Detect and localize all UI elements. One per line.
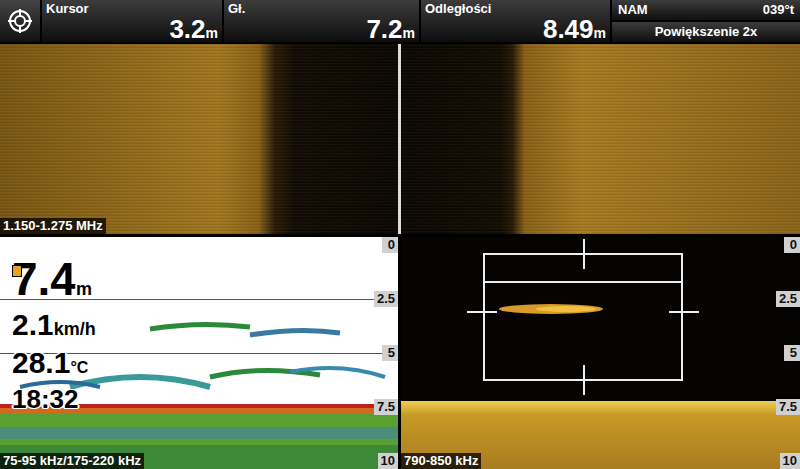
- depth-value: 7.4: [12, 257, 76, 301]
- scale-label: 2.5: [776, 291, 800, 307]
- readout-value: 3.2: [169, 16, 205, 42]
- readout-value: 7.2: [366, 16, 402, 42]
- scale-label: 0: [784, 237, 800, 253]
- heading-panel: NAM 039°tPowiększenie 2x: [612, 0, 800, 42]
- depth-scale: 0 2.5 5 7.5 10: [374, 237, 398, 469]
- speed-value: 2.1: [12, 309, 54, 341]
- scale-label: 5: [784, 345, 800, 361]
- heading-label: NAM: [618, 0, 648, 20]
- bottom-panels: 7.4m 2.1km/h 28.1°C 18:32 0 2.5 5 7.5 10 75-95 kH…: [0, 237, 800, 469]
- depth-scale: 0 2.5 5 7.5 10: [776, 237, 800, 469]
- down-imaging: 0 2.5 5 7.5 10 790-850 kHz: [401, 237, 800, 469]
- readout-value: 8.49: [543, 16, 594, 42]
- zoom-box[interactable]: [483, 253, 683, 381]
- scale-label: 0: [382, 237, 398, 253]
- readout-field: Kursor3.2m: [42, 0, 222, 42]
- side-imaging-left: 1.150-1.275 MHz: [0, 44, 398, 234]
- sonar-2d: 7.4m 2.1km/h 28.1°C 18:32 0 2.5 5 7.5 10 75-95 kH…: [0, 237, 398, 469]
- depth-unit: m: [76, 276, 92, 303]
- temperature-value: 28.1: [12, 347, 70, 379]
- readout-field: Odległości8.49m: [421, 0, 610, 42]
- scale-label: 10: [378, 453, 398, 469]
- top-bar: Kursor3.2mGł.7.2mOdległości8.49mNAM039°t…: [0, 0, 800, 42]
- scale-label: 5: [382, 345, 398, 361]
- frequency-label: 75-95 kHz/175-220 kHz: [0, 453, 144, 469]
- fish-finder-screen: Kursor3.2mGł.7.2mOdległości8.49mNAM039°t…: [0, 0, 800, 469]
- readout-unit: m: [403, 23, 415, 44]
- log-icon: [12, 265, 22, 277]
- frequency-label: 1.150-1.275 MHz: [0, 218, 106, 234]
- readout-label: Kursor: [46, 0, 218, 16]
- fish-return: [496, 299, 611, 319]
- side-imaging-right: [401, 44, 800, 234]
- zoom-label: Powiększenie 2x: [655, 22, 758, 42]
- cursor-button[interactable]: [0, 0, 40, 42]
- scale-label: 2.5: [374, 291, 398, 307]
- readings: 7.4m 2.1km/h 28.1°C 18:32: [12, 257, 96, 414]
- crosshair-icon: [7, 8, 33, 34]
- speed-unit: km/h: [54, 316, 96, 343]
- scale-label: 7.5: [776, 399, 800, 415]
- readout-field: Gł.7.2m: [224, 0, 419, 42]
- temperature-unit: °C: [70, 356, 88, 380]
- time: 18:32: [12, 384, 96, 414]
- readout-unit: m: [206, 23, 218, 44]
- readout-unit: m: [594, 23, 606, 44]
- side-imaging: 1.150-1.275 MHz: [0, 44, 800, 234]
- frequency-label: 790-850 kHz: [401, 453, 481, 469]
- readout-label: Gł.: [228, 0, 415, 16]
- scale-label: 7.5: [374, 399, 398, 415]
- readout-label: Odległości: [425, 0, 606, 16]
- heading-value: 039°t: [763, 0, 794, 20]
- scale-label: 10: [780, 453, 800, 469]
